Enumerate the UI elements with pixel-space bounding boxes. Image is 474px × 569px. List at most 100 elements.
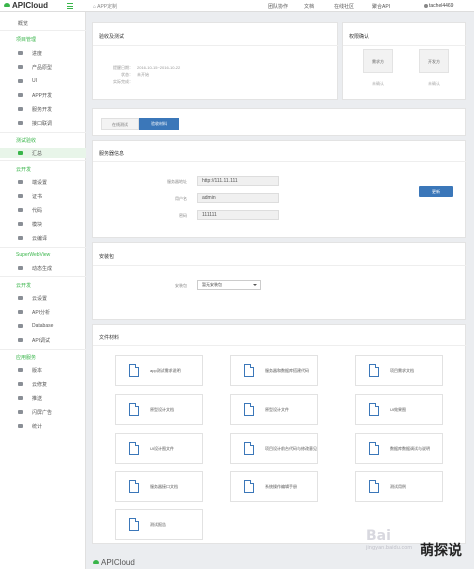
doc-name: app测试需求说明 [150,368,181,373]
doc-item[interactable]: 项目设计前台代码与修改意见 [230,433,318,464]
install-title: 安装包 [99,254,115,260]
sidebar-item-module[interactable]: 模块 [0,219,86,229]
sidebar-item-overview[interactable]: 概览 [0,18,86,28]
sidebar-item-version[interactable]: 版本 [0,365,86,375]
documents-panel: 文件材料 app测试需求说明 服务器和数据库搭建代码 项目需求文档 原型设计文档… [92,324,467,544]
acceptance-panel: 验收及测试 提醒日期： 2016-10-15~2016-10-22 状态： 未开… [92,22,339,100]
doc-name: 原型设计文档 [150,407,174,412]
doc-item[interactable]: 原型设计文件 [230,394,318,425]
doc-item[interactable]: UI设计图文件 [115,433,203,464]
logo-text: APICloud [12,1,48,10]
sidebar-item-progress[interactable]: 进度 [0,48,86,58]
doc-item[interactable]: 服务器接口文档 [115,471,203,502]
doc-item[interactable]: 系统操作编辑手册 [230,471,318,502]
doc-item[interactable]: 测试报告 [115,509,203,540]
doc-item[interactable]: app测试需求说明 [115,355,203,386]
password-input[interactable]: 111111 [197,210,279,220]
cloud-compile-icon [18,236,23,240]
doc-item[interactable]: UI效果图 [355,394,443,425]
sidebar-group-testing: 测试验收 [16,138,37,144]
doc-item[interactable]: 数据库数据调试与说明 [355,433,443,464]
sidebar-item-ui[interactable]: UI [0,76,86,86]
demand-party-box[interactable]: 需求方 [363,49,393,73]
server-panel: 服务器信息 服务器地址 http://111.11.111 用户名 admin … [92,140,467,238]
document-icon [369,403,379,416]
sidebar-item-cert[interactable]: 证书 [0,191,86,201]
interface-icon [18,121,23,125]
sidebar-item-label: Database [32,323,54,329]
user-menu[interactable]: tachel4469 [424,3,453,9]
document-icon [369,364,379,377]
doc-item[interactable]: 测试用例 [355,471,443,502]
sidebar-item-api-analysis[interactable]: API分析 [0,307,86,317]
menu-toggle-icon[interactable] [67,3,73,11]
app-dev-icon [18,93,23,97]
sidebar-item-settings[interactable]: 端设置 [0,177,86,187]
document-icon [129,364,139,377]
sidebar-item-label: UI [32,78,37,84]
sidebar-item-label: 进度 [32,51,43,57]
demand-party-status: 未确认 [372,81,384,86]
document-icon [129,480,139,493]
sidebar-item-code[interactable]: 代码 [0,205,86,215]
doc-item[interactable]: 项目需求文档 [355,355,443,386]
document-icon [244,480,254,493]
sidebar-item-cloud-fix[interactable]: 云修复 [0,379,86,389]
sidebar-item-compile[interactable]: 云编译 [0,233,86,243]
sidebar-item-label: API分析 [32,310,51,316]
sidebar-item-service-dev[interactable]: 服务开发 [0,104,86,114]
select-value: 暂无安装包 [202,282,222,287]
sidebar-item-label: 云设置 [32,296,48,302]
sidebar-item-cloud-settings[interactable]: 云设置 [0,293,86,303]
sidebar-item-label: 动态生成 [32,266,53,272]
sidebar-item-prototype[interactable]: 产品原型 [0,62,86,72]
prototype-icon [18,65,23,69]
doc-item[interactable]: 服务器和数据库搭建代码 [230,355,318,386]
app-logo[interactable]: APICloud [4,1,48,10]
watermark-site: jingyan.baidu.com [366,545,413,551]
sidebar-item-interface[interactable]: 接口联调 [0,118,86,128]
document-icon [244,403,254,416]
sidebar-item-database[interactable]: Database [0,321,86,331]
sidebar-item-label: 汇总 [32,151,43,157]
sidebar-item-dynamic[interactable]: 动态生成 [0,263,86,273]
tab-acceptance-material[interactable]: 验收材料 [139,118,179,130]
sidebar-item-label: 服务开发 [32,107,53,113]
update-button[interactable]: 更新 [419,186,453,197]
service-dev-icon [18,107,23,111]
avatar-icon [424,3,428,8]
sidebar-item-label: 接口联调 [32,121,53,127]
module-icon [18,222,23,226]
nav-community[interactable]: 在线社区 [334,3,354,10]
developer-party-box[interactable]: 开发方 [419,49,449,73]
sidebar-group-cloud-dev-2: 云开发 [16,283,32,289]
doc-name: 项目需求文档 [390,368,414,373]
document-icon [244,364,254,377]
sidebar-item-label: 模块 [32,222,43,228]
server-address-input[interactable]: http://111.11.111 [197,176,279,186]
splash-icon [18,410,23,414]
doc-item[interactable]: 原型设计文档 [115,394,203,425]
nav-docs[interactable]: 文档 [304,3,314,10]
sidebar-item-splash-ad[interactable]: 闪屏广告 [0,407,86,417]
footer-logo-text: APICloud [101,558,135,567]
sidebar-item-push[interactable]: 推送 [0,393,86,403]
cloud-settings-icon [18,296,23,300]
sidebar-item-summary[interactable]: 汇总 [0,148,86,158]
ui-icon [18,79,23,83]
doc-name: 服务器和数据库搭建代码 [265,368,309,373]
sidebar-item-app-dev[interactable]: APP开发 [0,90,86,100]
nav-team[interactable]: 团队协作 [268,3,288,10]
sidebar-item-label: API调试 [32,338,51,344]
footer-logo: APICloud [93,558,135,567]
sidebar-item-api-debug[interactable]: API调试 [0,335,86,345]
document-icon [369,442,379,455]
tab-online-test[interactable]: 在线测试 [101,118,139,130]
sidebar-item-stats[interactable]: 统计 [0,421,86,431]
doc-name: 服务器接口文档 [150,484,178,489]
certificate-icon [18,194,23,198]
username-input[interactable]: admin [197,193,279,203]
install-package-select[interactable]: 暂无安装包 [197,280,261,290]
settings-icon [18,180,23,184]
nav-api[interactable]: 聚合API [372,3,390,10]
